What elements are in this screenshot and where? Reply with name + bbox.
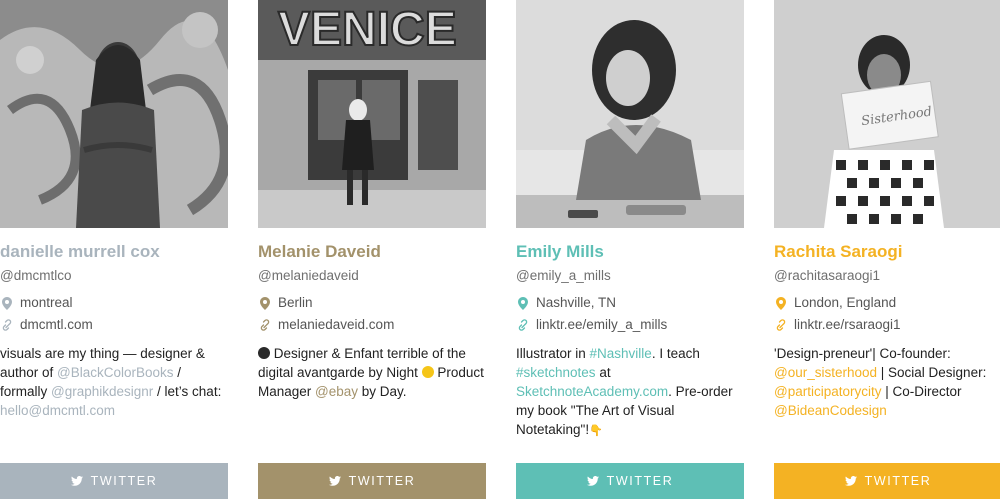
bio-link[interactable]: @ebay (315, 384, 358, 399)
twitter-button[interactable]: TWITTER (258, 463, 486, 499)
profile-bio: visuals are my thing — designer & author… (0, 344, 228, 420)
profile-card: Emily Mills @emily_a_mills Nashville, TN… (516, 0, 744, 500)
twitter-bird-icon (844, 476, 857, 486)
photo-sign-letters: VENICE (278, 3, 457, 56)
profile-handle: @dmcmtlco (0, 268, 72, 283)
bio-link[interactable]: @BlackColorBooks (57, 365, 174, 380)
website-row[interactable]: linktr.ee/rsaraogi1 (774, 314, 1000, 336)
location-text: London, England (794, 295, 897, 310)
profile-bio: 'Design-preneur'| Co-founder: @our_siste… (774, 344, 1000, 420)
bio-text: at (595, 365, 611, 380)
twitter-bird-icon (70, 476, 83, 486)
website-row[interactable]: linktr.ee/emily_a_mills (516, 314, 744, 336)
map-pin-icon (258, 296, 272, 310)
map-pin-icon (774, 296, 788, 310)
location-row: Berlin (258, 292, 486, 314)
pointing-hand-emoji-icon: 👇 (589, 425, 603, 437)
website-link[interactable]: linktr.ee/rsaraogi1 (794, 314, 901, 336)
website-row[interactable]: dmcmtl.com (0, 314, 228, 336)
link-icon (774, 318, 788, 332)
profile-handle: @emily_a_mills (516, 268, 611, 283)
bio-link[interactable]: @BideanCodesign (774, 403, 887, 418)
profile-handle: @rachitasaraogi1 (774, 268, 881, 283)
profile-bio: Designer & Enfant terrible of the digita… (258, 344, 486, 401)
profile-name: danielle murrell cox (0, 242, 160, 261)
profile-card: VENICE Melanie Daveid @melaniedaveid Ber… (258, 0, 486, 500)
location-row: London, England (774, 292, 1000, 314)
bio-link[interactable]: @our_sisterhood (774, 365, 877, 380)
bio-text: 'Design-preneur'| Co-founder: (774, 346, 951, 361)
link-icon (0, 318, 14, 332)
twitter-label: TWITTER (348, 474, 416, 488)
profile-card: Sisterhood Rachita Saraogi @rachitasarao… (774, 0, 1000, 500)
bio-text: | Social Designer: (877, 365, 987, 380)
twitter-button[interactable]: TWITTER (774, 463, 1000, 499)
profile-photo[interactable] (0, 0, 228, 228)
twitter-label: TWITTER (606, 474, 674, 488)
location-row: montreal (0, 292, 228, 314)
location-text: Nashville, TN (536, 295, 617, 310)
profile-photo[interactable]: VENICE (258, 0, 486, 228)
map-pin-icon (0, 296, 14, 310)
bio-link[interactable]: @participatorycity (774, 384, 882, 399)
profile-photo[interactable] (516, 0, 744, 228)
website-link[interactable]: melaniedaveid.com (278, 314, 394, 336)
twitter-label: TWITTER (864, 474, 932, 488)
bio-link[interactable]: SketchnoteAcademy.com (516, 384, 668, 399)
profile-photo[interactable]: Sisterhood (774, 0, 1000, 228)
twitter-bird-icon (586, 476, 599, 486)
profile-name: Rachita Saraogi (774, 242, 903, 261)
website-link[interactable]: dmcmtl.com (20, 314, 93, 336)
bio-link[interactable]: #sketchnotes (516, 365, 596, 380)
map-pin-icon (516, 296, 530, 310)
website-row[interactable]: melaniedaveid.com (258, 314, 486, 336)
location-text: montreal (20, 295, 73, 310)
twitter-button[interactable]: TWITTER (0, 463, 228, 499)
black-circle-emoji-icon (258, 347, 270, 359)
profile-meta: London, England linktr.ee/rsaraogi1 (774, 292, 1000, 336)
bio-text: by Day. (358, 384, 407, 399)
bio-link[interactable]: @graphikdesignr (51, 384, 153, 399)
location-text: Berlin (278, 295, 313, 310)
twitter-button[interactable]: TWITTER (516, 463, 744, 499)
profile-meta: montreal dmcmtl.com (0, 292, 228, 336)
bio-link[interactable]: #Nashville (590, 346, 652, 361)
profile-meta: Berlin melaniedaveid.com (258, 292, 486, 336)
bio-link[interactable]: hello@dmcmtl.com (0, 403, 115, 418)
location-row: Nashville, TN (516, 292, 744, 314)
bio-text: | Co-Director (881, 384, 962, 399)
bio-text: / let’s chat: (153, 384, 222, 399)
twitter-label: TWITTER (90, 474, 158, 488)
profile-bio: Illustrator in #Nashville. I teach #sket… (516, 344, 744, 441)
profile-name: Emily Mills (516, 242, 604, 261)
moon-emoji-icon (421, 366, 434, 378)
bio-text: . I teach (651, 346, 700, 361)
link-icon (258, 318, 272, 332)
profile-meta: Nashville, TN linktr.ee/emily_a_mills (516, 292, 744, 336)
twitter-bird-icon (328, 476, 341, 486)
profile-handle: @melaniedaveid (258, 268, 359, 283)
bio-text: Illustrator in (516, 346, 590, 361)
website-link[interactable]: linktr.ee/emily_a_mills (536, 314, 667, 336)
profile-name: Melanie Daveid (258, 242, 381, 261)
link-icon (516, 318, 530, 332)
profile-card: danielle murrell cox @dmcmtlco montreal … (0, 0, 228, 500)
